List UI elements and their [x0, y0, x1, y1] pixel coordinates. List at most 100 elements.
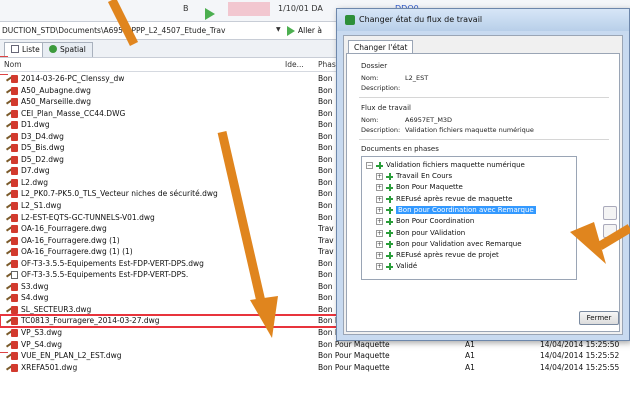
file-name: 2014-03-26-PC_Clenssy_dw: [21, 74, 125, 83]
file-phase: Bon: [318, 108, 333, 118]
tree-root-label: Validation fichiers maquette numérique: [386, 161, 525, 169]
dwg-file-icon: [5, 294, 18, 303]
dwg-file-icon: [5, 202, 18, 211]
go-arrow-icon[interactable]: [205, 8, 215, 20]
column-header-phase[interactable]: Phas: [318, 60, 336, 69]
phase-node-icon: [386, 184, 393, 192]
dialog-titlebar[interactable]: Changer état du flux de travail: [337, 9, 629, 31]
folder-section-title: Dossier: [361, 62, 388, 70]
file-name: CEI_Plan_Masse_CC44.DWG: [21, 108, 126, 118]
dwg-file-icon: [5, 75, 18, 83]
dwg-file-icon: [5, 144, 18, 153]
file-name: D5_Bis.dwg: [21, 143, 65, 153]
column-header-name[interactable]: Nom: [4, 60, 22, 69]
close-button[interactable]: Fermer: [579, 311, 619, 325]
file-index: A1: [465, 362, 475, 372]
tree-item-label: Validé: [396, 262, 418, 271]
dwg-file-icon: [5, 86, 18, 95]
phase-node-icon: [386, 218, 393, 226]
expand-icon[interactable]: +: [376, 184, 383, 192]
file-phase: Trav: [318, 224, 334, 234]
move-down-button[interactable]: [603, 224, 617, 238]
file-name: OA-16_Fourragere.dwg (1) (1): [21, 247, 133, 257]
file-phase: Bon: [318, 201, 333, 211]
phase-node-icon: [386, 173, 393, 180]
expand-icon[interactable]: +: [376, 229, 383, 237]
file-name: VP_S3.dwg: [21, 328, 62, 338]
file-phase: Bon: [318, 212, 333, 222]
file-name: D3_D4.dwg: [21, 131, 64, 141]
go-button[interactable]: Aller à: [298, 26, 322, 35]
dwg-file-icon: [5, 305, 18, 314]
file-date: 14/04/2014 15:25:52: [540, 351, 620, 361]
tab-spatial[interactable]: Spatial: [42, 42, 93, 57]
expand-icon[interactable]: +: [376, 240, 383, 248]
file-row[interactable]: VUE_EN_PLAN_L2_EST.dwg Bon Pour Maquette A…: [0, 350, 630, 362]
file-name: L2-EST-EQTS-GC-TUNNELS-V01.dwg: [21, 212, 155, 222]
phase-node-icon: [386, 252, 393, 260]
dwg-file-icon: [5, 178, 18, 187]
go-arrow-icon[interactable]: [287, 26, 295, 36]
file-phase: Bon: [318, 281, 333, 291]
file-name: L2.dwg: [21, 177, 48, 187]
tree-item-label: REFusé après revue de projet: [396, 251, 499, 260]
folder-name-label: Nom:: [361, 74, 379, 82]
expand-icon[interactable]: +: [376, 252, 383, 260]
workflow-icon: [345, 15, 355, 25]
move-up-button[interactable]: [603, 206, 617, 220]
tab-change-state[interactable]: Changer l'état: [348, 40, 414, 54]
globe-icon: [49, 45, 57, 53]
dwg-file-icon: [5, 225, 18, 234]
file-phase: Bon: [318, 293, 333, 303]
file-name: A50_Marseille.dwg: [21, 97, 92, 107]
dwg-file-icon: [5, 317, 18, 326]
dwg-file-icon: [5, 190, 18, 199]
file-name: SL_SECTEUR3.dwg: [21, 304, 92, 314]
view-tabs: Liste Spatial: [0, 40, 350, 58]
file-phase: Trav: [318, 247, 334, 257]
expand-icon[interactable]: +: [376, 173, 383, 180]
column-header-ide[interactable]: Ide...: [285, 60, 304, 69]
dwg-file-icon: [5, 248, 18, 257]
docs-section-title: Documents en phases: [361, 145, 439, 153]
file-name: OA-16_Fourragere.dwg (1): [21, 235, 120, 245]
dialog-body: Changer l'état Dossier Nom: L2_EST Descr…: [343, 35, 623, 335]
workflow-name-label: Nom:: [361, 116, 379, 124]
file-phase: Bon Pour Maquette: [318, 351, 390, 361]
phase-tree[interactable]: − Validation fichiers maquette numérique…: [361, 156, 577, 280]
file-phase: Bon: [318, 120, 333, 130]
dwg-file-icon: [5, 155, 18, 164]
file-name: VP_S4.dwg: [21, 339, 62, 349]
top-fragment-b: B: [183, 4, 189, 13]
dwg-file-icon: [5, 259, 18, 268]
chevron-down-icon[interactable]: ▼: [276, 26, 281, 33]
tab-list[interactable]: Liste: [4, 42, 47, 57]
file-phase: Bon: [318, 304, 333, 314]
file-name: OF-T3-3.5.5-Equipements Est-FDP-VERT-DPS…: [21, 258, 204, 268]
dwg-file-icon: [5, 329, 18, 338]
file-name: A50_Aubagne.dwg: [21, 85, 91, 95]
file-phase: Bon: [318, 177, 333, 187]
file-name: TC0813_Fourragere_2014-03-27.dwg: [21, 316, 160, 326]
dwg-file-icon: [5, 98, 18, 107]
expand-icon[interactable]: +: [376, 218, 383, 226]
file-phase: Bon: [318, 154, 333, 164]
phase-node-icon: [386, 206, 393, 214]
dwg-file-icon: [5, 282, 18, 291]
dwg-file-icon: [5, 121, 18, 130]
file-row[interactable]: XREFA501.dwg Bon Pour Maquette A1 14/04/201…: [0, 362, 630, 374]
dwg-file-icon: [5, 340, 18, 349]
collapse-icon[interactable]: −: [366, 162, 373, 169]
path-input[interactable]: DUCTION_STD\Documents\A6957_PPP_L2_4507_…: [2, 26, 225, 35]
expand-icon[interactable]: +: [376, 206, 383, 214]
expand-icon[interactable]: +: [376, 195, 383, 203]
file-phase: Bon: [318, 131, 333, 141]
file-name: D5_D2.dwg: [21, 154, 64, 164]
file-name: VUE_EN_PLAN_L2_EST.dwg: [21, 351, 122, 361]
file-name: XREFA501.dwg: [21, 362, 78, 372]
divider: [359, 139, 609, 140]
file-phase: Bon: [318, 74, 333, 83]
dwg-file-icon: [5, 363, 18, 372]
dwg-file-icon: [5, 167, 18, 176]
expand-icon[interactable]: +: [376, 263, 383, 271]
